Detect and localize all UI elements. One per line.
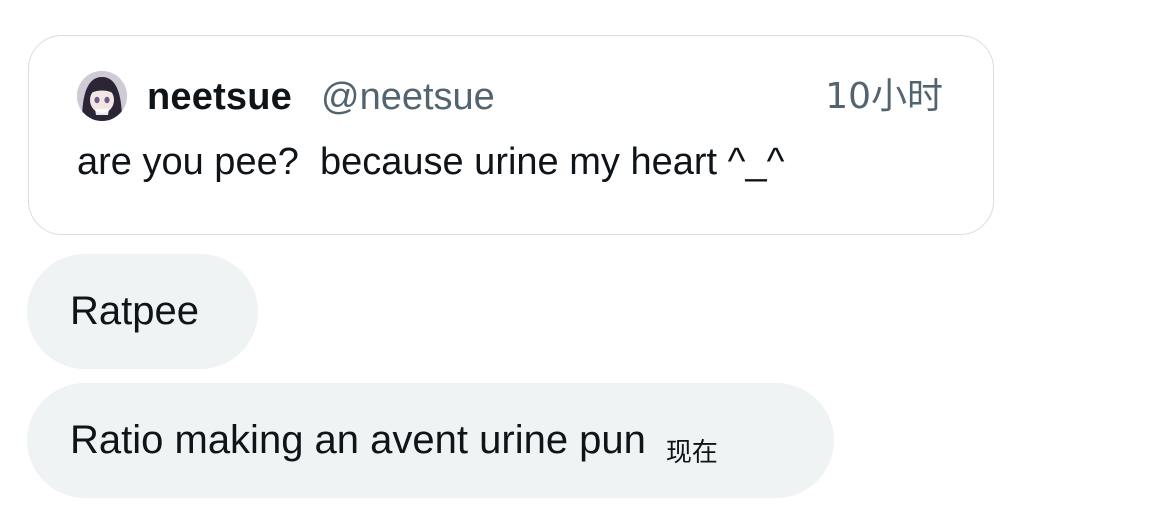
- message-bubble[interactable]: Ratpee: [27, 254, 258, 369]
- post-text: are you pee? because urine my heart ^_^: [77, 141, 785, 183]
- user-handle: @neetsue: [321, 76, 495, 118]
- post-timestamp: 10小时: [825, 76, 943, 117]
- avatar-image: [77, 71, 127, 121]
- message-bubble[interactable]: Ratio making an avent urine pun 现在: [27, 383, 834, 498]
- message-text: Ratio making an avent urine pun: [70, 418, 646, 462]
- message-timestamp: 现在: [665, 438, 718, 468]
- display-name[interactable]: neetsue: [147, 74, 292, 120]
- message-text: Ratpee: [70, 289, 199, 333]
- avatar[interactable]: [77, 71, 127, 121]
- quoted-post-card[interactable]: neetsue @neetsue 10小时 are you pee? becau…: [28, 35, 994, 235]
